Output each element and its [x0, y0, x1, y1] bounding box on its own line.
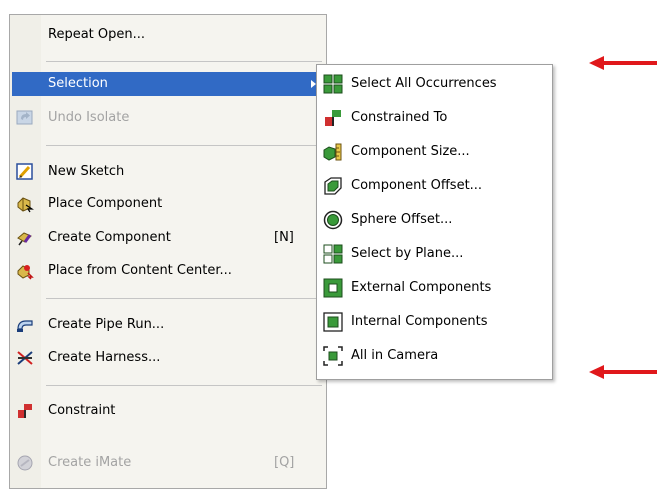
menu-item-constraint[interactable]: Constraint	[12, 399, 324, 423]
submenu-item-label: Internal Components	[351, 314, 488, 329]
menu-separator	[46, 298, 322, 299]
external-components-icon	[323, 278, 343, 298]
create-component-icon	[16, 229, 34, 247]
menu-item-label: Undo Isolate	[48, 110, 130, 125]
menu-item-shortcut: [Q]	[274, 455, 295, 470]
menu-item-repeat-open[interactable]: Repeat Open...	[12, 23, 324, 47]
submenu-item-internal-components[interactable]: Internal Components	[319, 307, 550, 337]
sphere-offset-icon	[323, 210, 343, 230]
menu-separator	[46, 61, 322, 62]
submenu-item-sphere-offset[interactable]: Sphere Offset...	[319, 205, 550, 235]
undo-isolate-icon	[16, 109, 34, 127]
content-center-icon	[16, 262, 34, 280]
pipe-run-icon	[16, 316, 34, 334]
harness-icon	[16, 349, 34, 367]
menu-item-label: Selection	[48, 76, 108, 91]
menu-item-label: New Sketch	[48, 164, 125, 179]
menu-item-selection[interactable]: Selection	[12, 72, 324, 96]
submenu-item-label: Select by Plane...	[351, 246, 464, 261]
submenu-item-label: Sphere Offset...	[351, 212, 453, 227]
menu-item-label: Create Harness...	[48, 350, 161, 365]
menu-separator	[46, 385, 322, 386]
annotation-arrow-icon	[589, 365, 657, 379]
menu-item-place-component[interactable]: Place Component	[12, 192, 324, 216]
submenu-item-all-in-camera[interactable]: All in Camera	[319, 341, 550, 371]
menu-item-label: Place from Content Center...	[48, 263, 232, 278]
selection-submenu: Select All Occurrences Constrained To Co…	[316, 64, 553, 380]
menu-item-label: Repeat Open...	[48, 27, 146, 42]
menu-separator	[46, 145, 322, 146]
submenu-item-label: Select All Occurrences	[351, 76, 497, 91]
submenu-item-external-components[interactable]: External Components	[319, 273, 550, 303]
submenu-item-label: Constrained To	[351, 110, 448, 125]
all-in-camera-icon	[323, 346, 343, 366]
context-menu: Repeat Open... Selection Undo Isolate Ne…	[9, 14, 327, 489]
place-component-icon	[16, 195, 34, 213]
submenu-item-component-size[interactable]: Component Size...	[319, 137, 550, 167]
submenu-item-label: Component Offset...	[351, 178, 483, 193]
annotation-arrow-icon	[589, 56, 657, 70]
menu-item-shortcut: [N]	[274, 230, 294, 245]
submenu-item-label: All in Camera	[351, 348, 439, 363]
menu-item-create-harness[interactable]: Create Harness...	[12, 346, 324, 370]
constrained-to-icon	[323, 108, 343, 128]
menu-item-new-sketch[interactable]: New Sketch	[12, 160, 324, 184]
menu-item-undo-isolate[interactable]: Undo Isolate	[12, 106, 324, 130]
internal-components-icon	[323, 312, 343, 332]
submenu-item-select-by-plane[interactable]: Select by Plane...	[319, 239, 550, 269]
constraint-icon	[16, 402, 34, 420]
select-all-occurrences-icon	[323, 74, 343, 94]
menu-item-create-component[interactable]: Create Component [N]	[12, 226, 324, 250]
menu-item-label: Create Pipe Run...	[48, 317, 165, 332]
component-size-icon	[323, 142, 343, 162]
submenu-item-select-all-occurrences[interactable]: Select All Occurrences	[319, 69, 550, 99]
menu-item-label: Constraint	[48, 403, 116, 418]
component-offset-icon	[323, 176, 343, 196]
menu-item-create-imate[interactable]: Create iMate [Q]	[12, 451, 324, 475]
select-by-plane-icon	[323, 244, 343, 264]
menu-item-place-from-content-center[interactable]: Place from Content Center...	[12, 259, 324, 283]
menu-item-create-pipe-run[interactable]: Create Pipe Run...	[12, 313, 324, 337]
submenu-item-label: Component Size...	[351, 144, 470, 159]
imate-icon	[16, 454, 34, 472]
menu-item-label: Create Component	[48, 230, 171, 245]
menu-item-label: Create iMate	[48, 455, 132, 470]
menu-item-label: Place Component	[48, 196, 163, 211]
submenu-item-label: External Components	[351, 280, 492, 295]
submenu-item-component-offset[interactable]: Component Offset...	[319, 171, 550, 201]
new-sketch-icon	[16, 163, 34, 181]
submenu-item-constrained-to[interactable]: Constrained To	[319, 103, 550, 133]
